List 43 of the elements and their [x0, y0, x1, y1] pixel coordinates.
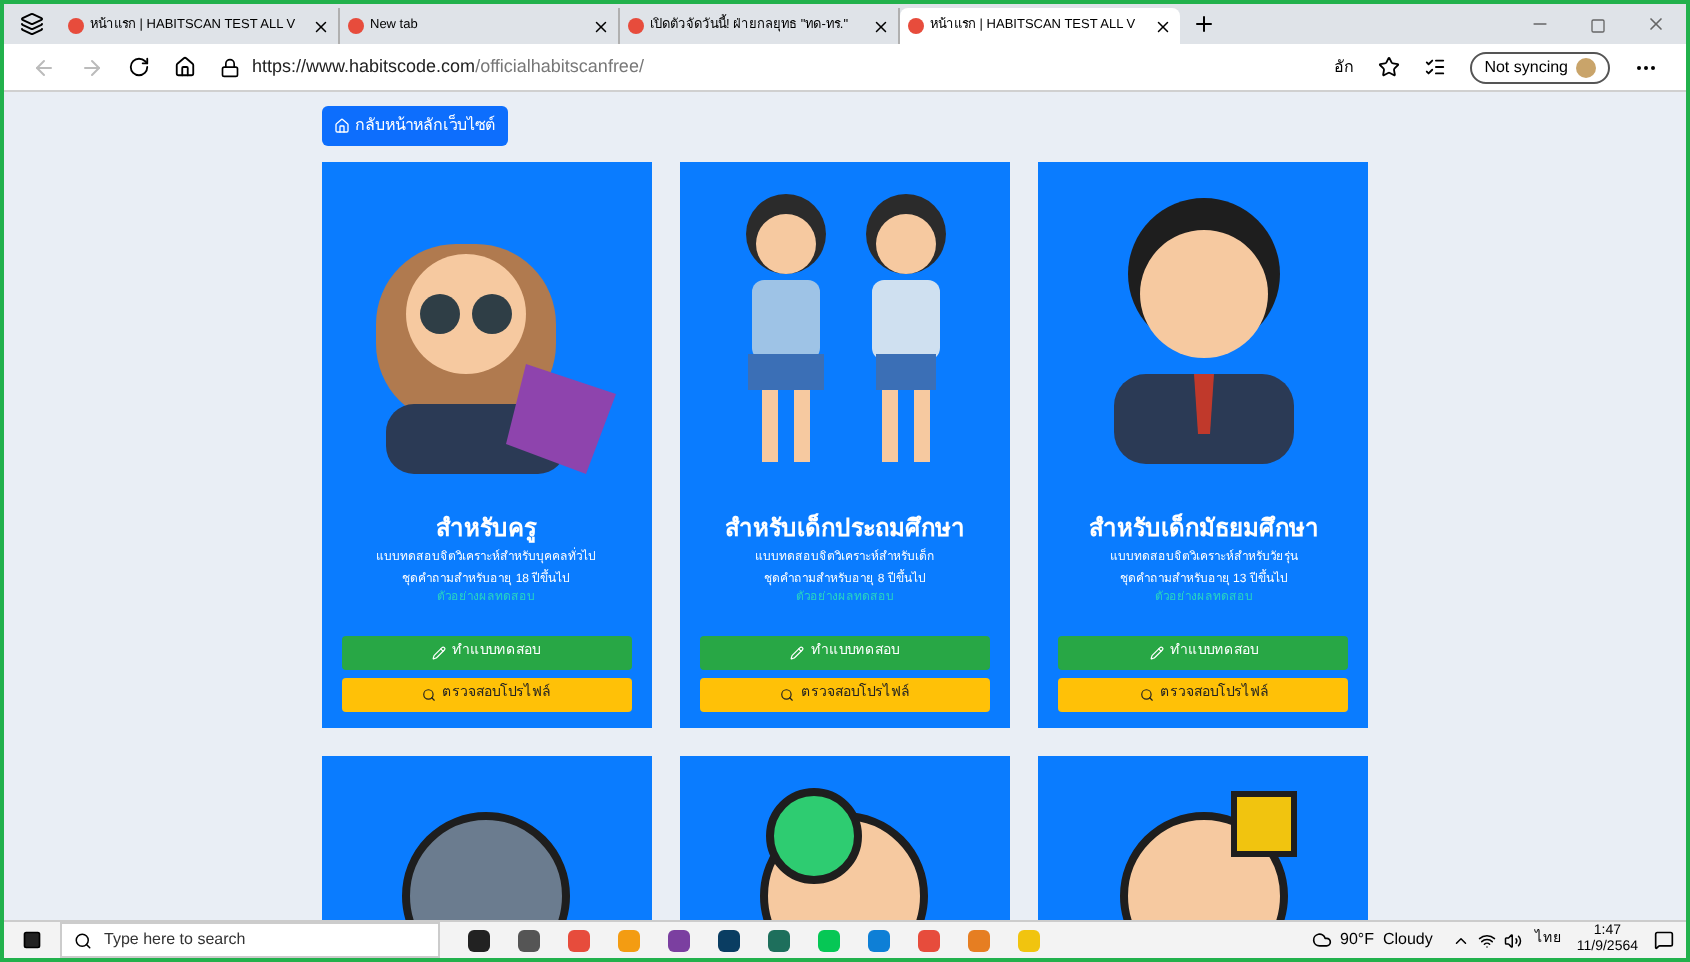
lock-icon: [220, 57, 240, 77]
home-icon: [333, 118, 349, 134]
favorite-icon[interactable]: [1378, 56, 1401, 78]
close-window-icon[interactable]: [1646, 14, 1666, 34]
weather-text[interactable]: 90°F Cloudy: [1340, 928, 1433, 952]
close-icon[interactable]: [872, 17, 890, 35]
search-field[interactable]: Type here to search: [60, 922, 440, 958]
volume-icon[interactable]: [1504, 931, 1523, 949]
wifi-icon[interactable]: [1478, 931, 1497, 949]
url-text: https://www.habitscode.com/officialhabitscanfree/: [252, 53, 644, 80]
card-title: สำหรับครู: [436, 512, 537, 546]
card-title: สำหรับเด็กมัธยมศึกษา: [1088, 511, 1319, 546]
taskbar-app-icon[interactable]: [468, 929, 490, 951]
sync-button[interactable]: Not syncing: [1470, 51, 1610, 83]
pencil-icon: [1149, 646, 1164, 660]
site-icon: [348, 18, 364, 34]
site-icon: [908, 18, 924, 34]
close-icon[interactable]: [1154, 17, 1172, 35]
search-icon: [74, 931, 92, 949]
weather-icon: [1312, 930, 1333, 950]
address-bar[interactable]: https://www.habitscode.com/officialhabitscanfree/: [220, 53, 1311, 81]
translate-label[interactable]: อัก: [1334, 55, 1355, 79]
search-icon: [780, 688, 795, 702]
close-icon[interactable]: [312, 17, 330, 35]
pencil-icon: [790, 646, 805, 660]
collections-icon[interactable]: [1424, 56, 1447, 78]
taskbar-app-icon[interactable]: [668, 929, 690, 951]
taskbar-app-icon[interactable]: [718, 929, 740, 951]
pencil-icon: [432, 646, 447, 660]
taskbar-app-icon[interactable]: [518, 929, 540, 951]
notifications-icon[interactable]: [1654, 930, 1674, 950]
maximize-icon[interactable]: [1590, 18, 1606, 34]
close-icon[interactable]: [592, 17, 610, 35]
new-tab-icon[interactable]: [1192, 12, 1216, 36]
reload-icon[interactable]: [128, 56, 150, 78]
site-icon: [68, 18, 84, 34]
back-home-button[interactable]: กลับหน้าหลักเว็บไซต์: [321, 106, 507, 146]
search-icon: [1139, 688, 1154, 702]
card-title: สำหรับเด็กประถมศึกษา: [724, 511, 965, 546]
search-icon: [422, 688, 437, 702]
home-icon[interactable]: [174, 56, 196, 78]
site-icon: [628, 18, 644, 34]
start-icon[interactable]: [22, 930, 42, 950]
